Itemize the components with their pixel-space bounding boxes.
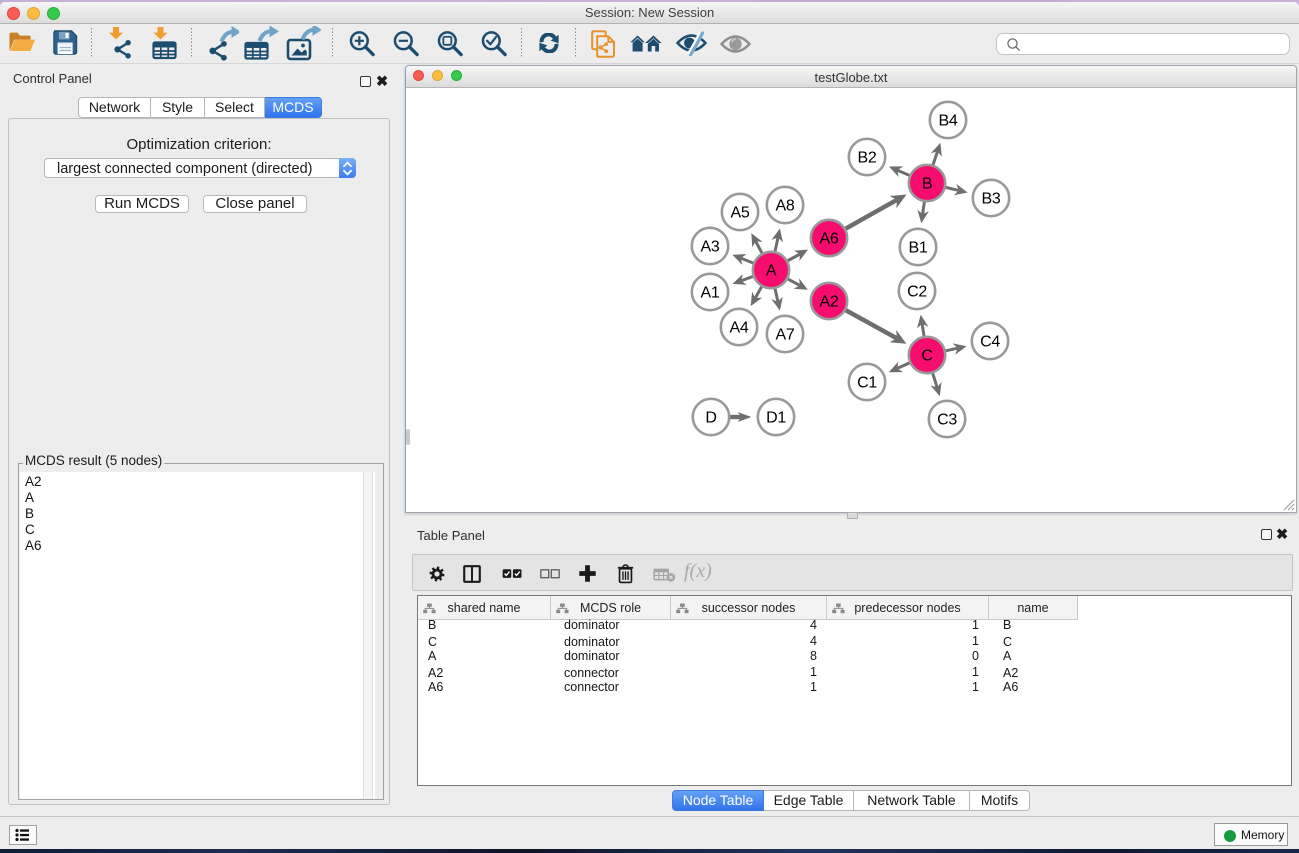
svg-text:B4: B4 <box>939 113 958 130</box>
svg-text:A7: A7 <box>776 327 795 344</box>
svg-text:C4: C4 <box>980 334 1000 351</box>
svg-text:B2: B2 <box>858 150 877 167</box>
svg-text:A5: A5 <box>731 205 750 222</box>
svg-text:A2: A2 <box>820 294 839 311</box>
svg-text:B: B <box>922 176 932 193</box>
svg-text:A4: A4 <box>730 320 749 337</box>
svg-text:A1: A1 <box>701 285 720 302</box>
svg-text:A: A <box>766 263 777 280</box>
svg-text:B3: B3 <box>982 191 1001 208</box>
svg-text:D1: D1 <box>766 410 786 427</box>
svg-text:C: C <box>921 348 932 365</box>
svg-text:C2: C2 <box>907 284 927 301</box>
svg-text:A8: A8 <box>776 198 795 215</box>
svg-text:A6: A6 <box>820 231 839 248</box>
svg-text:C1: C1 <box>857 375 877 392</box>
svg-text:A3: A3 <box>701 239 720 256</box>
svg-text:C3: C3 <box>937 412 957 429</box>
svg-text:B1: B1 <box>909 240 928 257</box>
svg-text:D: D <box>705 410 716 427</box>
